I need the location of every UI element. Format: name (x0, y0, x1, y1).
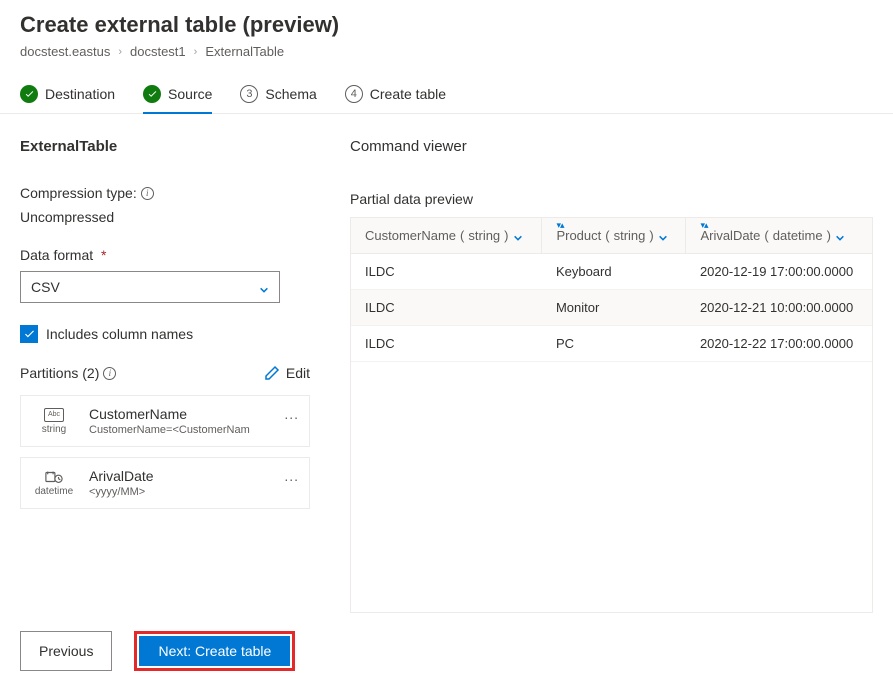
step-source[interactable]: Source (143, 77, 212, 113)
step-number-icon: 3 (240, 85, 258, 103)
cell: ILDC (351, 326, 542, 362)
pencil-icon (264, 365, 280, 381)
cell: Monitor (542, 290, 686, 326)
breadcrumb: docstest.eastus › docstest1 › ExternalTa… (20, 44, 873, 59)
partition-item: datetime ArivalDate <yyyy/MM> ... (20, 457, 310, 509)
preview-table: CustomerName (string) ▾▴ Product (string… (350, 217, 873, 613)
step-label: Create table (370, 86, 446, 102)
table-name-title: ExternalTable (20, 138, 310, 155)
chevron-down-icon (259, 282, 269, 292)
check-icon (20, 85, 38, 103)
type-label: datetime (35, 486, 73, 497)
partition-pattern: <yyyy/MM> (89, 486, 297, 498)
cell: ILDC (351, 290, 542, 326)
checkbox-label: Includes column names (46, 326, 193, 342)
data-format-label: Data format * (20, 247, 310, 263)
partition-item: Abc string CustomerName CustomerName=<Cu… (20, 395, 310, 447)
more-icon[interactable]: ... (284, 406, 299, 422)
partitions-label: Partitions (2) i (20, 365, 116, 381)
compression-value: Uncompressed (20, 209, 310, 225)
chevron-right-icon: › (118, 46, 122, 58)
cell: Keyboard (542, 254, 686, 290)
type-label: string (42, 424, 66, 435)
sort-indicator-icon: ▾▴ (556, 220, 563, 231)
string-type-icon: Abc (44, 408, 64, 422)
info-icon[interactable]: i (141, 187, 154, 200)
check-icon (23, 328, 36, 341)
table-row: ILDC Keyboard 2020-12-19 17:00:00.0000 (351, 254, 872, 290)
chevron-down-icon (513, 231, 523, 241)
wizard-steps: Destination Source 3 Schema 4 Create tab… (0, 77, 893, 114)
breadcrumb-item[interactable]: docstest1 (130, 44, 186, 59)
includes-column-names-checkbox[interactable] (20, 325, 38, 343)
compression-label: Compression type: i (20, 185, 310, 201)
step-create-table[interactable]: 4 Create table (345, 77, 446, 113)
sort-indicator-icon: ▾▴ (700, 220, 707, 231)
chevron-down-icon (658, 231, 668, 241)
partition-name: CustomerName (89, 406, 297, 422)
next-create-table-button[interactable]: Next: Create table (139, 636, 290, 666)
data-format-select[interactable]: CSV (20, 271, 280, 303)
command-viewer-label: Command viewer (350, 138, 873, 155)
cell: 2020-12-22 17:00:00.0000 (686, 326, 872, 362)
breadcrumb-item[interactable]: docstest.eastus (20, 44, 110, 59)
step-schema[interactable]: 3 Schema (240, 77, 316, 113)
previous-button[interactable]: Previous (20, 631, 112, 671)
step-number-icon: 4 (345, 85, 363, 103)
check-icon (143, 85, 161, 103)
column-header[interactable]: ▾▴ ArivalDate (datetime) (686, 218, 872, 254)
cell: 2020-12-19 17:00:00.0000 (686, 254, 872, 290)
partition-pattern: CustomerName=<CustomerNam (89, 424, 297, 436)
table-row: ILDC Monitor 2020-12-21 10:00:00.0000 (351, 290, 872, 326)
page-title: Create external table (preview) (20, 12, 873, 38)
breadcrumb-item[interactable]: ExternalTable (205, 44, 284, 59)
chevron-down-icon (835, 231, 845, 241)
chevron-right-icon: › (194, 46, 198, 58)
preview-label: Partial data preview (350, 191, 873, 207)
step-destination[interactable]: Destination (20, 77, 115, 113)
table-row: ILDC PC 2020-12-22 17:00:00.0000 (351, 326, 872, 362)
info-icon[interactable]: i (103, 367, 116, 380)
column-header[interactable]: ▾▴ Product (string) (542, 218, 686, 254)
edit-partitions-link[interactable]: Edit (264, 365, 310, 381)
cell: 2020-12-21 10:00:00.0000 (686, 290, 872, 326)
more-icon[interactable]: ... (284, 468, 299, 484)
column-header[interactable]: CustomerName (string) (351, 218, 542, 254)
datetime-type-icon (44, 470, 64, 484)
step-label: Schema (265, 86, 316, 102)
cell: ILDC (351, 254, 542, 290)
step-label: Destination (45, 86, 115, 102)
step-label: Source (168, 86, 212, 102)
partition-name: ArivalDate (89, 468, 297, 484)
cell: PC (542, 326, 686, 362)
select-value: CSV (31, 279, 60, 295)
highlight-annotation: Next: Create table (134, 631, 295, 671)
